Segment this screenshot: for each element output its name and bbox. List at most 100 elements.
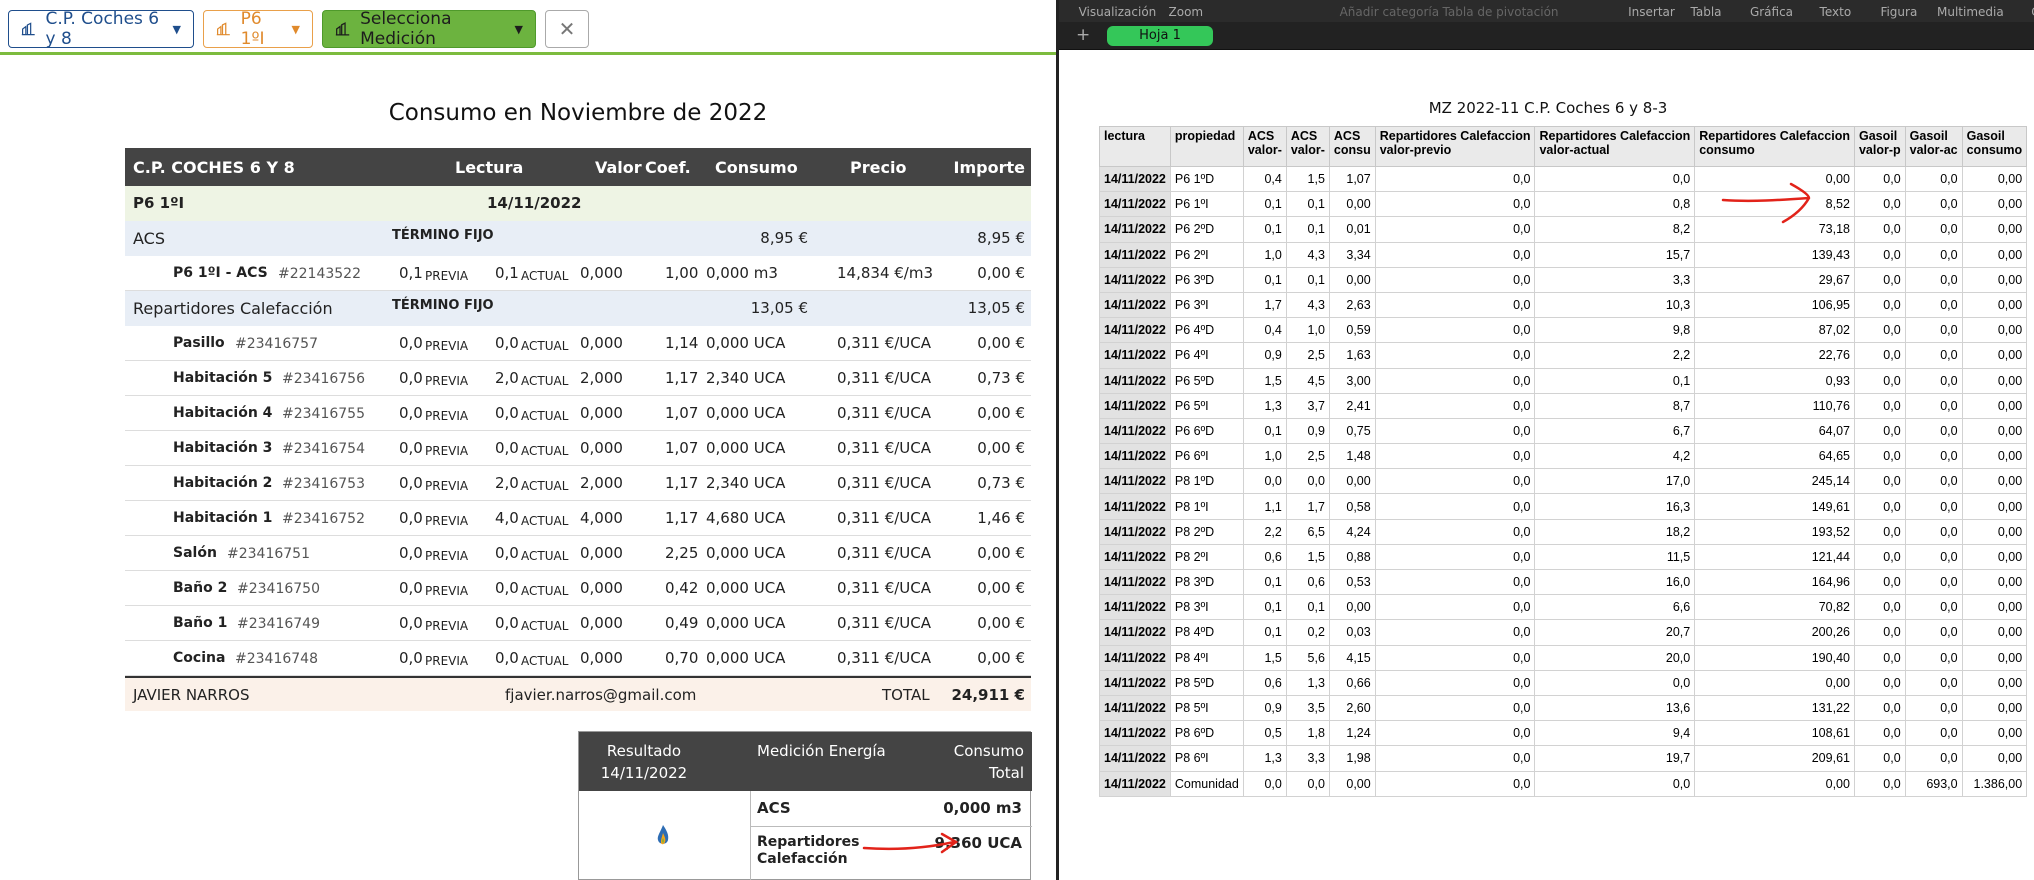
table-cell[interactable]: 0,0 [1374,165,1536,193]
sheet-tab-hoja-1[interactable]: Hoja 1 [1107,26,1213,46]
table-cell[interactable]: 0,0 [1374,468,1536,495]
table-cell[interactable]: 0,0 [1904,745,1963,772]
table-cell[interactable]: 1,5 [1285,165,1330,193]
table-cell[interactable]: 0,88 [1328,543,1376,571]
table-cell[interactable]: 4,24 [1328,518,1376,545]
table-cell[interactable]: 14/11/2022 [1099,342,1171,369]
close-button[interactable]: ✕ [545,10,589,48]
table-cell[interactable]: 14/11/2022 [1099,392,1171,419]
table-cell[interactable]: 2,5 [1285,342,1330,369]
table-cell[interactable]: 0,0 [1374,367,1536,394]
table-cell[interactable]: 1.386,00 [1961,770,2028,797]
table-cell[interactable]: 0,5 [1242,720,1287,747]
table-cell[interactable]: 0,0 [1904,468,1963,495]
measurement-select-button[interactable]: Selecciona Medición ▼ [322,9,536,49]
column-header[interactable]: Gasoil valor-p [1853,126,1906,167]
table-cell[interactable]: 0,0 [1853,493,1906,520]
table-cell[interactable]: 131,22 [1694,694,1855,722]
table-cell[interactable]: 0,00 [1961,594,2028,621]
menu-item-5[interactable]: Tabla [1691,5,1722,19]
table-cell[interactable]: 0,00 [1328,770,1376,797]
table-cell[interactable]: 0,0 [1904,493,1963,520]
table-cell[interactable]: 0,0 [1374,493,1536,520]
table-cell[interactable]: 14/11/2022 [1099,694,1171,722]
table-cell[interactable]: 14/11/2022 [1099,493,1171,520]
table-cell[interactable]: 1,0 [1242,241,1287,268]
table-cell[interactable]: 19,7 [1534,745,1696,772]
table-cell[interactable]: 87,02 [1694,317,1855,344]
table-cell[interactable]: 0,00 [1961,342,2028,369]
table-cell[interactable]: 0,2 [1285,619,1330,646]
table-cell[interactable]: 1,48 [1328,443,1376,470]
table-cell[interactable]: 0,1 [1242,216,1287,243]
table-cell[interactable]: 0,0 [1904,543,1963,571]
table-cell[interactable]: 3,34 [1328,241,1376,268]
table-cell[interactable]: P6 3ºI [1169,291,1244,319]
menu-item-7[interactable]: Texto [1820,5,1852,19]
column-header[interactable]: lectura [1099,126,1171,167]
table-cell[interactable]: 0,1 [1242,568,1287,596]
table-cell[interactable]: 0,00 [1328,191,1376,218]
table-cell[interactable]: 14/11/2022 [1099,518,1171,545]
table-cell[interactable]: 14/11/2022 [1099,266,1171,293]
table-cell[interactable]: 0,00 [1961,367,2028,394]
table-cell[interactable]: 190,40 [1694,644,1855,671]
menu-item-8[interactable]: Figura [1880,5,1917,19]
table-cell[interactable]: 0,0 [1374,241,1536,268]
table-cell[interactable]: 0,0 [1853,644,1906,671]
table-cell[interactable]: 17,0 [1534,468,1696,495]
table-cell[interactable]: 6,5 [1285,518,1330,545]
table-cell[interactable]: 0,00 [1961,694,2028,722]
table-cell[interactable]: 0,00 [1961,493,2028,520]
menu-item-1[interactable]: Zoom [1169,5,1204,19]
table-cell[interactable]: 0,0 [1904,317,1963,344]
table-cell[interactable]: 1,7 [1242,291,1287,319]
table-cell[interactable]: 0,0 [1534,669,1696,696]
table-cell[interactable]: 0,8 [1534,191,1696,218]
table-cell[interactable]: P8 4ºD [1169,619,1244,646]
table-cell[interactable]: 4,3 [1285,241,1330,268]
table-cell[interactable]: P8 4ºI [1169,644,1244,671]
table-cell[interactable]: 193,52 [1694,518,1855,545]
menu-item-4[interactable]: Insertar [1628,5,1675,19]
table-cell[interactable]: 0,0 [1374,443,1536,470]
table-cell[interactable]: 1,8 [1285,720,1330,747]
table-cell[interactable]: 13,6 [1534,694,1696,722]
table-cell[interactable]: 0,0 [1242,770,1287,797]
table-cell[interactable]: 0,0 [1853,191,1906,218]
table-cell[interactable]: 0,0 [1853,518,1906,545]
table-cell[interactable]: 3,5 [1285,694,1330,722]
table-cell[interactable]: 0,0 [1904,191,1963,218]
table-cell[interactable]: 0,0 [1904,518,1963,545]
table-cell[interactable]: 0,0 [1853,417,1906,445]
table-cell[interactable]: 139,43 [1694,241,1855,268]
table-cell[interactable]: 0,0 [1904,266,1963,293]
table-cell[interactable]: 4,2 [1534,443,1696,470]
table-cell[interactable]: 0,00 [1961,568,2028,596]
table-cell[interactable]: 3,00 [1328,367,1376,394]
table-cell[interactable]: 0,6 [1242,669,1287,696]
table-cell[interactable]: 0,00 [1694,669,1855,696]
column-header[interactable]: Gasoil consumo [1961,126,2028,167]
table-cell[interactable]: P8 5ºI [1169,694,1244,722]
table-cell[interactable]: 0,1 [1242,619,1287,646]
table-cell[interactable]: 14/11/2022 [1099,241,1171,268]
table-cell[interactable]: 0,0 [1534,770,1696,797]
table-cell[interactable]: 1,63 [1328,342,1376,369]
table-cell[interactable]: 2,63 [1328,291,1376,319]
table-cell[interactable]: 0,0 [1853,543,1906,571]
table-cell[interactable]: 2,2 [1242,518,1287,545]
table-cell[interactable]: 18,2 [1534,518,1696,545]
table-cell[interactable]: 0,0 [1374,191,1536,218]
table-cell[interactable]: 1,5 [1242,367,1287,394]
column-header[interactable]: ACS consu [1328,126,1376,167]
table-cell[interactable]: 2,41 [1328,392,1376,419]
table-cell[interactable]: 0,0 [1853,720,1906,747]
table-cell[interactable]: 0,0 [1904,594,1963,621]
table-cell[interactable]: 14/11/2022 [1099,191,1171,218]
table-cell[interactable]: 14/11/2022 [1099,216,1171,243]
table-cell[interactable]: 0,9 [1242,694,1287,722]
table-cell[interactable]: 245,14 [1694,468,1855,495]
table-cell[interactable]: 0,00 [1961,317,2028,344]
table-cell[interactable]: 22,76 [1694,342,1855,369]
